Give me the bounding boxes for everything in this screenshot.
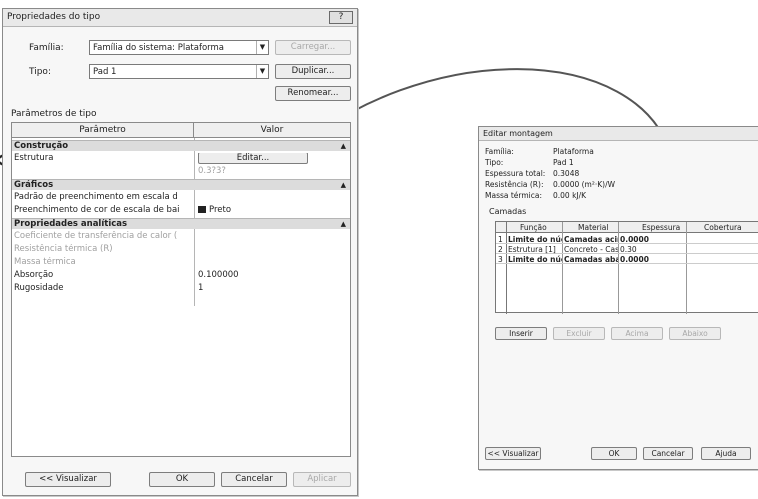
param-value[interactable]: 0.100000 [198,270,239,281]
layer-thickness: 0.0000 [620,235,649,244]
param-row-coarse-pattern[interactable]: Padrão de preenchimento em escala d [12,192,350,203]
ok-button[interactable]: OK [591,447,637,460]
load-button[interactable]: Carregar... [275,40,351,55]
insert-layer-button[interactable]: Inserir [495,327,547,340]
param-row-thermal-resistance: Resistência térmica (R) [12,244,350,255]
color-swatch-icon [198,206,206,213]
group-label: Gráficos [14,180,54,190]
group-analytic-properties[interactable]: Propriedades analíticas ▲ [12,218,350,229]
preview-button[interactable]: << Visualizar [485,447,541,460]
ok-button[interactable]: OK [149,472,215,487]
layer-thickness: 0.30 [620,245,637,254]
param-label: Estrutura [14,153,54,163]
layer-function: Estrutura [1] [508,245,556,254]
info-label: Espessura total: [485,169,546,178]
parameters-grid: Parâmetro Valor Construção ▲ Estrutura E… [11,122,351,457]
layer-function: Limite do núcleo [508,235,562,244]
duplicate-button[interactable]: Duplicar... [275,64,351,79]
param-row-thickness: 0.3?3? [12,166,350,177]
param-row-thermal-mass: Massa térmica [12,257,350,268]
info-value: Pad 1 [553,158,574,167]
edit-structure-button[interactable]: Editar... [198,153,308,164]
cancel-button[interactable]: Cancelar [221,472,287,487]
family-select[interactable]: Família do sistema: Plataforma ▼ [89,40,269,55]
apply-button[interactable]: Aplicar [293,472,351,487]
param-row-heat-coefficient: Coeficiente de transferência de calor ( [12,231,350,242]
layer-num: 2 [498,245,503,254]
param-label: Padrão de preenchimento em escala d [14,192,178,202]
chevron-down-icon: ▼ [256,65,268,78]
param-row-structure[interactable]: Estrutura Editar... [12,153,350,164]
info-label: Tipo: [485,158,504,167]
layers-label: Camadas [489,207,527,216]
collapse-icon[interactable]: ▲ [341,141,346,151]
group-label: Propriedades analíticas [14,219,128,229]
col-header-coverage: Cobertura [704,223,742,232]
dialog-title: Editar montagem [483,129,553,138]
col-header-value: Valor [194,123,350,138]
param-value[interactable]: Preto [198,205,231,216]
type-value: Pad 1 [93,67,117,77]
move-down-button[interactable]: Abaixo [669,327,721,340]
layer-row[interactable]: 3 Limite do núcleo Camadas abaixo 0.0000 [496,254,758,264]
type-label: Tipo: [29,67,51,77]
layer-material: Concreto - Cas [564,245,618,254]
param-row-absorption[interactable]: Absorção 0.100000 [12,270,350,281]
layer-num: 1 [498,235,503,244]
title-bar: Propriedades do tipo ? [3,9,357,27]
rename-button[interactable]: Renomear... [275,86,351,101]
param-label: Massa térmica [14,257,76,267]
col-header-parameter: Parâmetro [12,123,194,138]
info-label: Resistência (R): [485,180,544,189]
param-label: Rugosidade [14,283,64,293]
param-label: Preenchimento de cor de escala de bai [14,205,180,215]
type-properties-dialog: Propriedades do tipo ? Família: Família … [2,8,358,496]
info-value: Plataforma [553,147,594,156]
dialog-title: Propriedades do tipo [7,12,101,22]
col-header-function: Função [520,223,547,232]
layer-row[interactable]: 1 Limite do núcleo Camadas acima 0.0000 [496,234,758,244]
collapse-icon[interactable]: ▲ [341,219,346,229]
info-value: 0.00 kJ/K [553,191,587,200]
family-value: Família do sistema: Plataforma [93,43,224,53]
collapse-icon[interactable]: ▲ [341,180,346,190]
type-parameters-label: Parâmetros de tipo [11,109,97,119]
layer-num: 3 [498,255,503,264]
info-label: Família: [485,147,514,156]
param-value[interactable]: 1 [198,283,203,294]
group-construction[interactable]: Construção ▲ [12,140,350,151]
group-graphics[interactable]: Gráficos ▲ [12,179,350,190]
col-header-material: Material [578,223,609,232]
type-select[interactable]: Pad 1 ▼ [89,64,269,79]
help-button[interactable]: Ajuda [701,447,751,460]
title-bar: Editar montagem [479,127,758,141]
param-label: Absorção [14,270,54,280]
info-label: Massa térmica: [485,191,543,200]
layer-thickness: 0.0000 [620,255,649,264]
chevron-down-icon: ▼ [256,41,268,54]
param-label: Resistência térmica (R) [14,244,113,254]
cancel-button[interactable]: Cancelar [643,447,693,460]
move-up-button[interactable]: Acima [611,327,663,340]
group-label: Construção [14,141,69,151]
edit-assembly-dialog: Editar montagem Família: Plataforma Tipo… [478,126,758,470]
param-label: Coeficiente de transferência de calor ( [14,231,178,241]
family-label: Família: [29,43,64,53]
info-value: 0.0000 (m²·K)/W [553,180,616,189]
param-row-roughness[interactable]: Rugosidade 1 [12,283,350,294]
delete-layer-button[interactable]: Excluir [553,327,605,340]
layer-row[interactable]: 2 Estrutura [1] Concreto - Cas 0.30 [496,244,758,254]
preview-button[interactable]: << Visualizar [25,472,111,487]
info-value: 0.3048 [553,169,580,178]
close-button[interactable]: ? [329,11,353,24]
layer-material: Camadas abaixo [564,255,618,264]
col-header-thickness: Espessura [642,223,681,232]
layers-table: Função Material Espessura Cobertura 1 Li… [495,221,758,314]
color-value: Preto [209,205,232,215]
param-value: 0.3?3? [198,166,226,176]
layer-function: Limite do núcleo [508,255,562,264]
param-row-coarse-color[interactable]: Preenchimento de cor de escala de bai Pr… [12,205,350,216]
layer-material: Camadas acima [564,235,618,244]
